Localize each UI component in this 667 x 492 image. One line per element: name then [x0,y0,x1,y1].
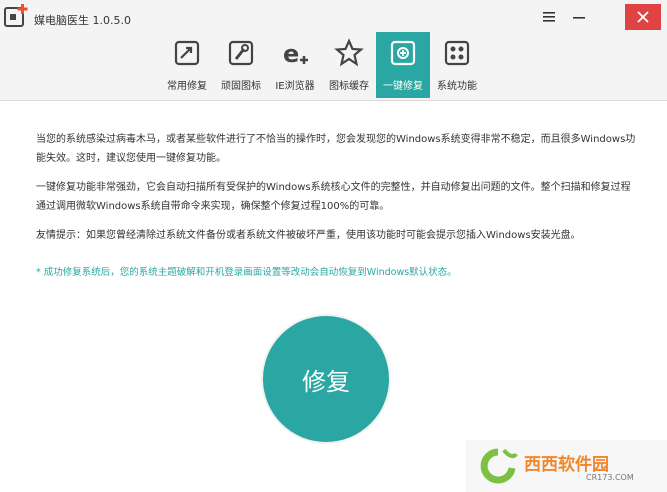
tab-system-function[interactable]: 系统功能 [430,32,484,98]
description-paragraph-1: 当您的系统感染过病毒木马，或者某些软件进行了不恰当的操作时，您会发现您的Wind… [36,134,636,164]
watermark-text: 西西软件园 [524,455,609,475]
description-paragraph-2: 一键修复功能非常强劲，它会自动扫描所有受保护的Windows系统核心文件的完整性… [36,182,631,212]
close-icon [637,11,649,23]
tab-stubborn-icons[interactable]: 顽固图标 [214,32,268,98]
common-repair-icon [172,38,202,68]
tab-label: 一键修复 [383,81,423,92]
stubborn-icon-tool-icon [226,38,256,68]
watermark-logo-icon [478,446,518,486]
tab-label: IE浏览器 [275,81,315,92]
tab-ie-browser[interactable]: e IE浏览器 [268,32,322,98]
svg-text:e: e [283,40,299,68]
feature-tabs: 常用修复 顽固图标 e IE浏览器 图标缓存 一键修复 系统功能 [160,32,484,98]
repair-button[interactable]: 修复 [263,316,389,442]
tip-paragraph: 友情提示：如果您曾经清除过系统文件备份或者系统文件被破坏严重，使用该功能时可能会… [36,230,581,241]
tab-common-repair[interactable]: 常用修复 [160,32,214,98]
tab-label: 常用修复 [167,81,207,92]
description-text: 当您的系统感染过病毒木马，或者某些软件进行了不恰当的操作时，您会发现您的Wind… [36,130,636,255]
tab-label: 顽固图标 [221,81,261,92]
app-logo-icon [2,2,32,32]
system-function-icon [442,38,472,68]
tab-label: 系统功能 [437,81,477,92]
close-button[interactable] [625,4,661,30]
icon-cache-icon [334,38,364,68]
minimize-icon[interactable] [567,6,591,28]
tab-icon-cache[interactable]: 图标缓存 [322,32,376,98]
app-window: 媒电脑医生 1.0.5.0 常用修复 顽固图标 e IE浏览器 图标缓存 一键修… [0,0,667,492]
menu-icon[interactable] [537,6,561,28]
ie-browser-icon: e [280,38,310,68]
one-click-repair-icon [388,38,418,68]
watermark-subtext: CR173.COM [586,473,634,482]
title-bar: 媒电脑医生 1.0.5.0 常用修复 顽固图标 e IE浏览器 图标缓存 一键修… [0,0,667,101]
app-title: 媒电脑医生 1.0.5.0 [34,14,131,27]
repair-note: * 成功修复系统后，您的系统主题破解和开机登录画面设置等改动会自动恢复到Wind… [36,267,457,278]
tab-label: 图标缓存 [329,81,369,92]
tab-one-click-repair[interactable]: 一键修复 [376,32,430,98]
